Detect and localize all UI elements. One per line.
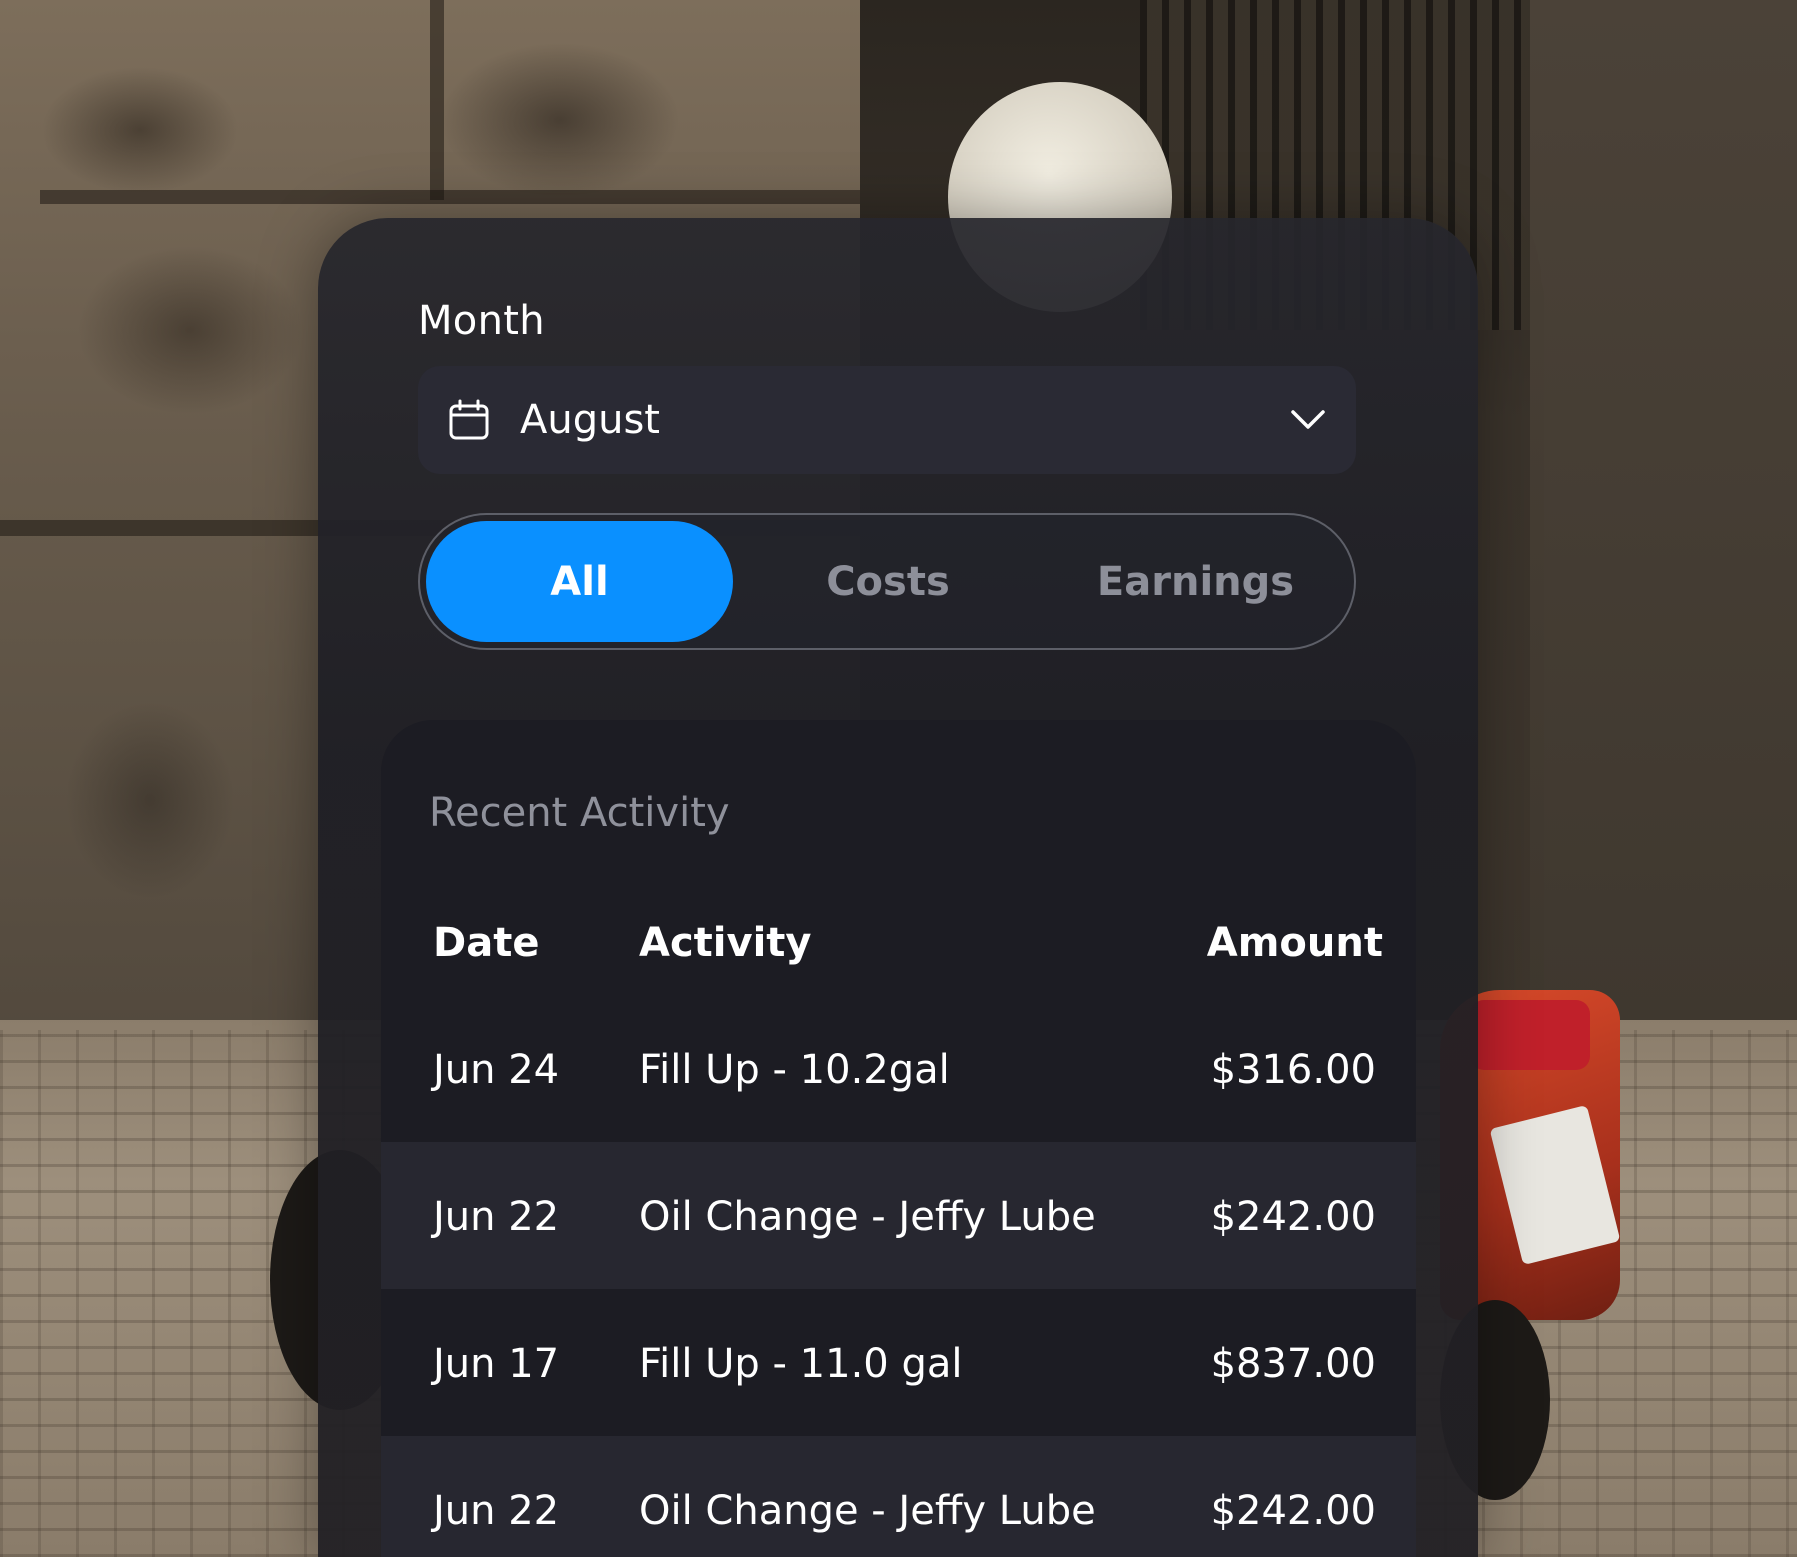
row-activity: Fill Up - 10.2gal xyxy=(639,1047,950,1093)
row-amount: $837.00 xyxy=(1210,1341,1376,1387)
row-activity: Oil Change - Jeffy Lube xyxy=(639,1488,1096,1534)
column-header-activity: Activity xyxy=(639,920,812,966)
column-header-date: Date xyxy=(433,920,540,966)
row-amount: $242.00 xyxy=(1210,1194,1376,1240)
column-header-amount: Amount xyxy=(1206,920,1383,966)
month-select-value: August xyxy=(520,397,660,443)
table-row[interactable]: Jun 17 Fill Up - 11.0 gal $837.00 xyxy=(381,1289,1416,1436)
table-header: Date Activity Amount xyxy=(381,890,1416,990)
filter-segmented-control: All Costs Earnings xyxy=(418,513,1356,650)
row-date: Jun 17 xyxy=(433,1341,560,1387)
tab-all[interactable]: All xyxy=(426,521,733,642)
month-select[interactable]: August xyxy=(418,366,1356,474)
scooter-tail-light xyxy=(1470,1000,1590,1070)
stone-pillar xyxy=(1530,0,1797,1020)
recent-activity-card: Recent Activity Date Activity Amount Jun… xyxy=(381,720,1416,1557)
table-row[interactable]: Jun 24 Fill Up - 10.2gal $316.00 xyxy=(381,995,1416,1142)
row-amount: $316.00 xyxy=(1210,1047,1376,1093)
row-activity: Oil Change - Jeffy Lube xyxy=(639,1194,1096,1240)
row-date: Jun 24 xyxy=(433,1047,560,1093)
stone-seam xyxy=(430,0,444,200)
row-amount: $242.00 xyxy=(1210,1488,1376,1534)
tab-costs[interactable]: Costs xyxy=(733,521,1043,642)
month-label: Month xyxy=(418,298,545,344)
row-date: Jun 22 xyxy=(433,1194,560,1240)
chevron-down-icon xyxy=(1291,410,1325,429)
row-activity: Fill Up - 11.0 gal xyxy=(639,1341,963,1387)
calendar-icon xyxy=(449,399,489,440)
table-row[interactable]: Jun 22 Oil Change - Jeffy Lube $242.00 xyxy=(381,1436,1416,1557)
stone-seam xyxy=(40,190,860,204)
row-date: Jun 22 xyxy=(433,1488,560,1534)
table-row[interactable]: Jun 22 Oil Change - Jeffy Lube $242.00 xyxy=(381,1142,1416,1289)
tab-earnings[interactable]: Earnings xyxy=(1043,521,1348,642)
recent-activity-title: Recent Activity xyxy=(429,790,730,836)
